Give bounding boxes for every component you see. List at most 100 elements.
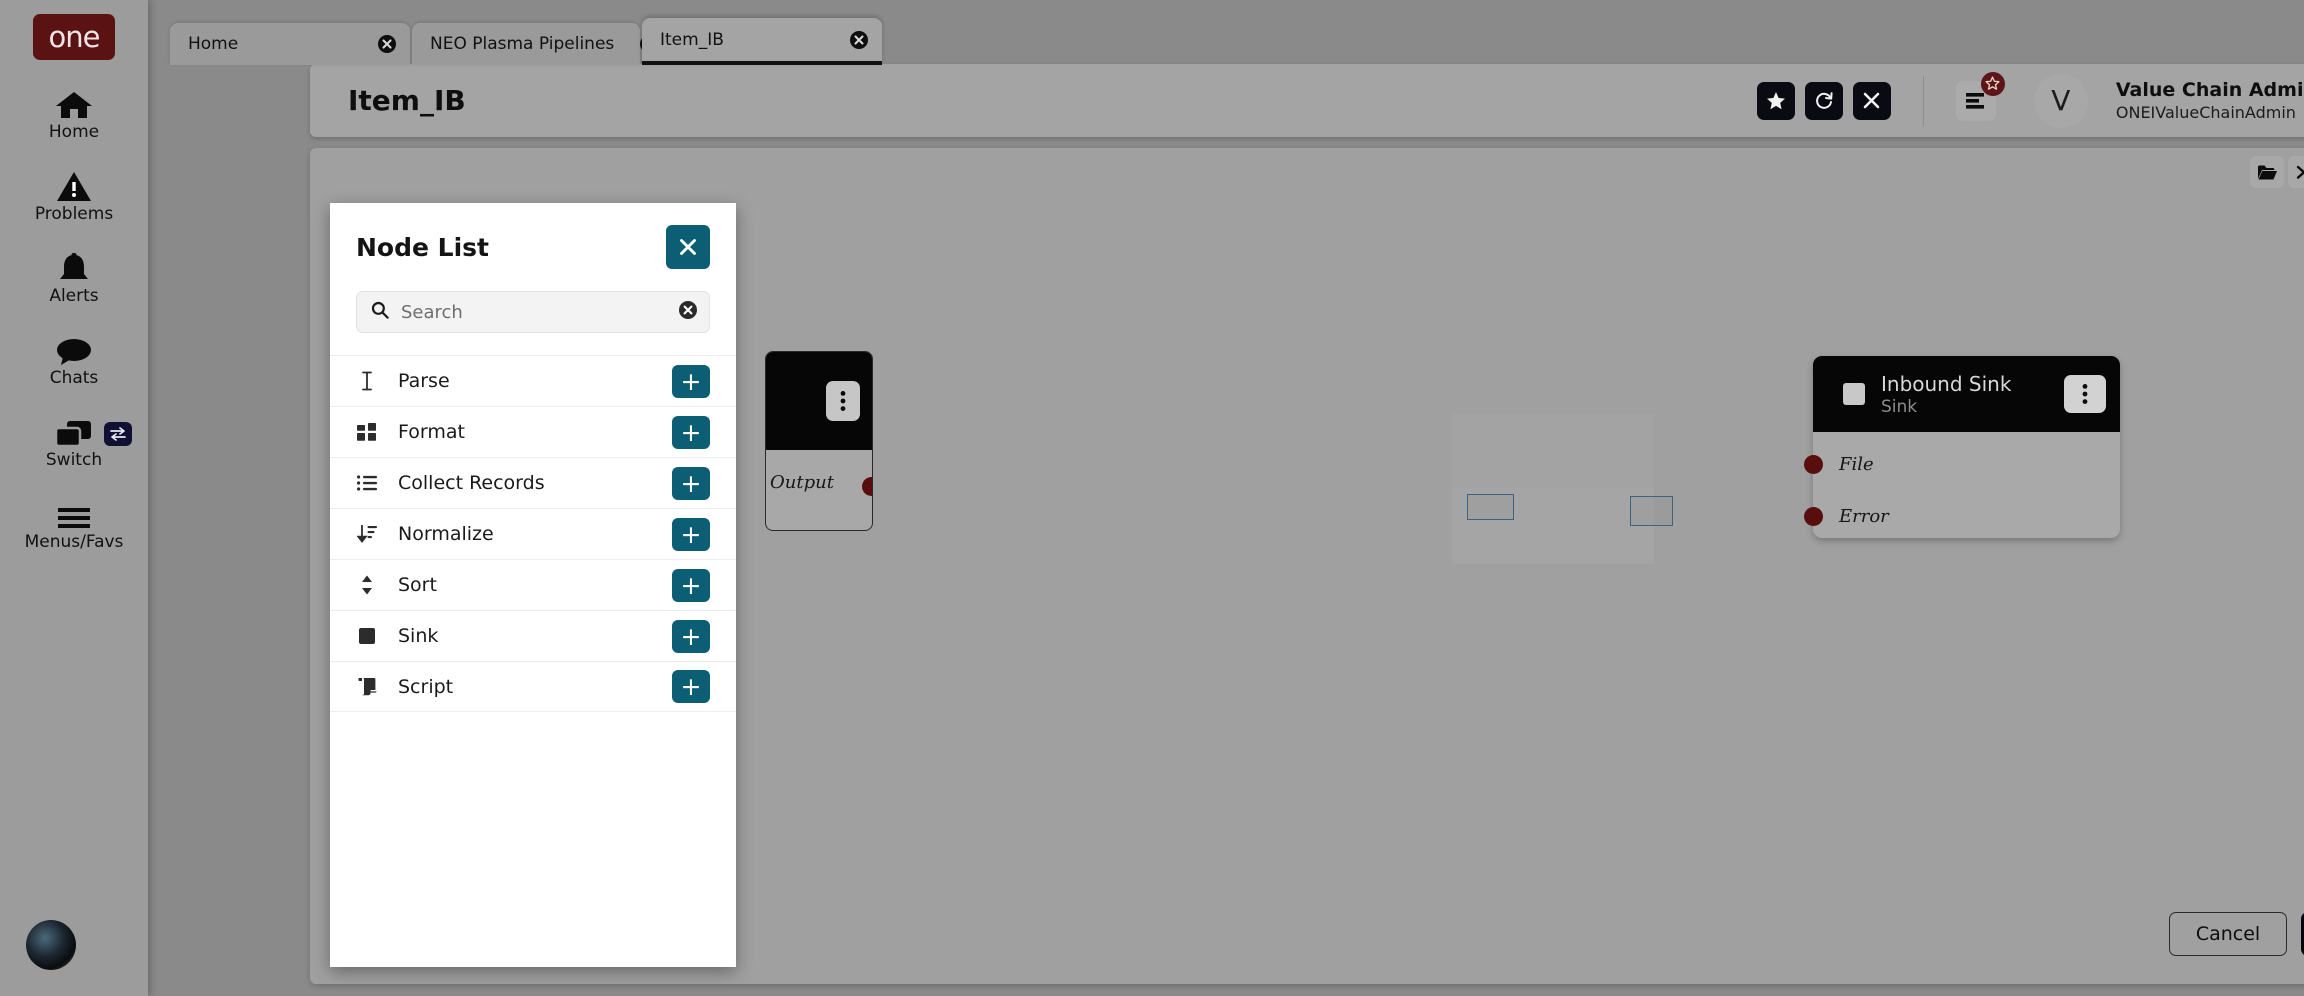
port-dot[interactable] (1804, 454, 1823, 474)
inbound-sink-header: Inbound Sink Sink (1813, 356, 2120, 432)
folder-open-icon[interactable] (2250, 156, 2284, 188)
kebab-menu-icon[interactable] (2064, 375, 2106, 413)
ghost-panel (1452, 414, 1673, 564)
plus-icon[interactable]: + (672, 364, 710, 398)
user-name: Value Chain Admin (2115, 79, 2304, 101)
page-header: Item_IB V Value Chain Admin ONEIValueCha… (310, 64, 2304, 137)
windows-stack-icon (55, 414, 93, 448)
port-error[interactable]: Error (1804, 490, 2120, 542)
sidebar-item-menus-favs[interactable]: Menus/Favs (0, 496, 148, 552)
port-file[interactable]: File (1804, 438, 2120, 490)
scroll-icon (354, 677, 380, 696)
clear-circle-icon[interactable] (679, 300, 697, 324)
node-title: Inbound Sink (1881, 371, 2012, 396)
tab-label: NEO Plasma Pipelines (430, 34, 615, 54)
sidebar-item-label: Chats (49, 368, 99, 388)
plus-icon[interactable]: + (672, 517, 710, 551)
square-icon (1843, 383, 1865, 405)
plus-icon[interactable]: + (672, 670, 710, 703)
node-list-item-label: Format (398, 421, 465, 443)
menu-list-icon[interactable] (1955, 71, 2005, 121)
refresh-button[interactable] (1804, 81, 1843, 120)
search-icon (371, 301, 389, 324)
node-list-item-script[interactable]: Script + (330, 661, 736, 712)
inbound-sink-ports: File Error (1804, 432, 2120, 542)
hamburger-icon (57, 496, 91, 530)
port-dot[interactable] (862, 477, 872, 496)
plus-icon[interactable]: + (672, 466, 710, 500)
canvas-toolbar (2250, 156, 2304, 188)
header-actions: V Value Chain Admin ONEIValueChainAdmin (1756, 71, 2304, 128)
sidebar-item-problems[interactable]: Problems (0, 168, 148, 224)
port-dot[interactable] (1804, 506, 1823, 526)
swap-arrows-icon[interactable] (104, 422, 132, 446)
node-list-item-sort[interactable]: Sort + (330, 559, 736, 610)
sidebar-item-chats[interactable]: Chats (0, 332, 148, 388)
close-circle-icon[interactable] (824, 30, 868, 49)
grid-icon (354, 423, 380, 441)
tab-label: Item_IB (660, 29, 724, 50)
dialog-title: Node List (356, 232, 489, 262)
node-list-search-wrap (330, 291, 736, 355)
node-list-header: Node List (330, 203, 736, 291)
sidebar-item-label: Switch (45, 450, 103, 470)
sidebar-item-label: Home (48, 122, 100, 142)
tab-neo-plasma-pipelines[interactable]: NEO Plasma Pipelines (412, 23, 659, 65)
sidebar-item-alerts[interactable]: Alerts (0, 250, 148, 306)
sidebar-item-switch[interactable]: Switch (0, 414, 148, 470)
port-label: File (1839, 453, 1874, 475)
warning-triangle-icon (56, 168, 92, 202)
inbound-sink-titles: Inbound Sink Sink (1881, 372, 2011, 417)
brand-logo-text: one (48, 20, 101, 54)
tab-item-ib[interactable]: Item_IB (642, 18, 882, 65)
close-x-icon[interactable] (666, 225, 710, 269)
search-input[interactable] (401, 301, 679, 323)
search-field[interactable] (356, 291, 710, 333)
bell-icon (57, 250, 91, 284)
page-area: Home NEO Plasma Pipelines Item_IB Item_I… (148, 0, 2304, 996)
left-sidebar: one Home Problems Alerts Chats Switch Me… (0, 0, 148, 996)
node-list-item-collect-records[interactable]: Collect Records + (330, 457, 736, 508)
header-divider (1922, 75, 1924, 126)
port-label: Error (1839, 505, 1889, 527)
node-list-item-label: Sink (398, 625, 439, 647)
sidebar-item-home[interactable]: Home (0, 86, 148, 142)
node-list-item-label: Normalize (398, 523, 494, 545)
plus-icon[interactable]: + (672, 619, 710, 653)
partial-node-header (766, 352, 872, 450)
plus-icon[interactable]: + (672, 568, 710, 602)
brand-logo[interactable]: one (33, 14, 115, 60)
node-list-item-format[interactable]: Format + (330, 406, 736, 457)
node-list-item-label: Collect Records (398, 472, 545, 494)
ghost-panel-inner (1452, 488, 1673, 563)
sidebar-item-label: Problems (34, 204, 114, 224)
tab-home[interactable]: Home (170, 23, 410, 65)
canvas-footer-actions: Cancel Save (2169, 912, 2304, 956)
sort-descending-icon (354, 525, 380, 543)
close-circle-icon[interactable] (352, 35, 396, 53)
star-badge-icon (1980, 71, 2005, 96)
node-list-item-sink[interactable]: Sink + (330, 610, 736, 661)
terminal-icon[interactable] (2288, 156, 2304, 188)
user-role: ONEIValueChainAdmin (2115, 103, 2296, 122)
favorite-button[interactable] (1756, 81, 1795, 120)
home-icon (55, 86, 93, 120)
partial-node[interactable]: Output (765, 351, 873, 531)
user-info: Value Chain Admin ONEIValueChainAdmin (2116, 79, 2304, 122)
node-list-dialog: Node List Search Parse + Format + Collec… (330, 203, 736, 967)
user-profile-avatar-icon[interactable] (26, 920, 76, 970)
avatar[interactable]: V (2033, 73, 2088, 128)
cancel-button[interactable]: Cancel (2169, 912, 2287, 956)
kebab-menu-icon[interactable] (826, 381, 860, 421)
page-title: Item_IB (348, 84, 466, 117)
close-button[interactable] (1852, 81, 1891, 120)
inbound-sink-node[interactable]: Inbound Sink Sink File Error (1804, 356, 2120, 538)
avatar-initial: V (2051, 84, 2071, 117)
port-label: Output (770, 472, 834, 493)
node-list-items: Parse + Format + Collect Records + Norma… (330, 355, 736, 967)
plus-icon[interactable]: + (672, 415, 710, 449)
bullet-list-icon (354, 475, 380, 491)
node-list-item-parse[interactable]: Parse + (330, 355, 736, 406)
node-list-item-normalize[interactable]: Normalize + (330, 508, 736, 559)
node-list-item-label: Script (398, 675, 454, 698)
